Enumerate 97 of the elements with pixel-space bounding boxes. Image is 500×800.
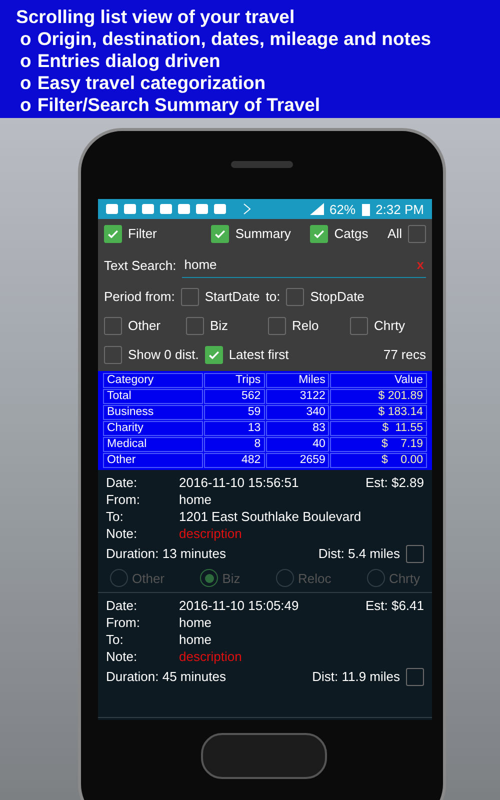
record-count: 77 recs xyxy=(383,347,426,362)
trip-note: description xyxy=(179,525,243,542)
trip-distance: Dist: 11.9 miles xyxy=(312,669,400,684)
column-header: Category xyxy=(103,373,204,388)
to-label: to: xyxy=(266,289,280,304)
category-radio[interactable]: Reloc xyxy=(276,569,332,587)
field-label: Note: xyxy=(106,525,138,542)
table-cell: 40 xyxy=(266,437,330,452)
checkbox-label: Other xyxy=(128,318,161,333)
estimate: Est: $2.89 xyxy=(365,474,424,491)
table-cell: 3122 xyxy=(266,389,330,404)
table-cell: $ 201.89 xyxy=(330,389,427,404)
checkbox[interactable] xyxy=(104,224,122,242)
trip-distance: Dist: 5.4 miles xyxy=(318,546,400,561)
checkbox[interactable] xyxy=(204,346,223,364)
bullet-text: Filter/Search Summary of Travel xyxy=(37,94,320,116)
trip-destination: 1201 East Southlake Boulevard xyxy=(179,508,362,525)
trip-date: 2016-11-10 15:56:51 xyxy=(179,474,300,491)
period-label: Period from: xyxy=(104,289,175,304)
bullet-text: Origin, destination, dates, mileage and notes xyxy=(37,28,432,50)
table-cell: 562 xyxy=(204,389,265,404)
field-label: Note: xyxy=(106,648,138,665)
table-cell: Business xyxy=(103,405,204,420)
search-field[interactable]: home x xyxy=(182,252,426,278)
table-cell: Other xyxy=(103,453,204,468)
table-cell: $ 0.00 xyxy=(330,453,427,468)
clear-button[interactable]: x xyxy=(416,257,424,272)
table-cell: 13 xyxy=(204,421,265,436)
category-radio[interactable]: Biz xyxy=(200,569,240,587)
table-cell: $ 7.19 xyxy=(330,437,427,452)
trip-duration: Duration: 45 minutes xyxy=(106,669,226,684)
checkbox[interactable] xyxy=(406,544,424,562)
home-button[interactable] xyxy=(201,733,327,779)
bullet-marker: o xyxy=(20,72,32,94)
checkbox[interactable] xyxy=(286,288,304,306)
table-cell: 83 xyxy=(266,421,330,436)
field-label: From: xyxy=(106,491,141,508)
field-label: From: xyxy=(106,614,141,631)
banner-title: Scrolling list view of your travel xyxy=(16,6,296,28)
stop-date-label: StopDate xyxy=(310,289,364,304)
checkbox-label: All xyxy=(388,226,402,241)
bullet-text: Entries dialog driven xyxy=(37,50,220,72)
field-label: Date: xyxy=(106,474,138,491)
checkbox[interactable] xyxy=(104,316,122,334)
field-label: Date: xyxy=(106,597,138,614)
column-header: Value xyxy=(330,373,427,388)
table-cell: 482 xyxy=(204,453,265,468)
checkbox[interactable] xyxy=(350,316,368,334)
table-cell: 340 xyxy=(266,405,330,420)
checkbox[interactable] xyxy=(186,316,204,334)
checkbox-label: Show 0 dist. xyxy=(128,347,199,362)
checkbox[interactable] xyxy=(310,224,328,242)
category-radio[interactable]: Chrty xyxy=(366,569,420,587)
start-date-label: StartDate xyxy=(204,289,260,304)
checkbox-label: Filter xyxy=(128,226,157,241)
checkbox[interactable] xyxy=(104,346,122,364)
checkbox-label: Chrty xyxy=(374,318,406,333)
trip-date: 2016-11-10 15:05:49 xyxy=(179,597,300,614)
table-cell: $ 183.14 xyxy=(330,405,427,420)
battery-icon xyxy=(362,202,370,216)
table-cell: Medical xyxy=(103,437,204,452)
table-cell: 8 xyxy=(204,437,265,452)
clock: 2:32 PM xyxy=(376,202,424,216)
battery-percent: 62% xyxy=(330,202,356,216)
table-cell: Total xyxy=(103,389,204,404)
checkbox-label: Latest first xyxy=(228,347,289,362)
checkbox-label: Summary xyxy=(235,226,291,241)
bullet-marker: o xyxy=(20,50,32,72)
checkbox-label: Biz xyxy=(210,318,228,333)
checkbox[interactable] xyxy=(211,224,230,242)
speaker-grille xyxy=(231,161,293,168)
trip-note: description xyxy=(179,648,243,665)
table-cell: 2659 xyxy=(266,453,330,468)
table-cell: 59 xyxy=(204,405,265,420)
field-label: To: xyxy=(106,631,124,648)
trip-duration: Duration: 13 minutes xyxy=(106,546,226,561)
search-label: Text Search: xyxy=(104,258,176,272)
checkbox[interactable] xyxy=(408,224,426,242)
bullet-marker: o xyxy=(20,28,32,50)
table-cell: $ 11.55 xyxy=(330,421,427,436)
checkbox[interactable] xyxy=(406,668,424,686)
trip-origin: home xyxy=(179,491,213,508)
trip-origin: home xyxy=(179,614,213,631)
bullet-text: Easy travel categorization xyxy=(37,72,266,94)
category-radio[interactable]: Other xyxy=(110,569,165,587)
signal-icon xyxy=(310,203,324,215)
bullet-marker: o xyxy=(20,94,32,116)
checkbox-label: Catgs xyxy=(334,226,368,241)
field-label: To: xyxy=(106,508,124,525)
column-header: Trips xyxy=(204,373,265,388)
estimate: Est: $6.41 xyxy=(365,597,424,614)
trip-destination: home xyxy=(179,631,213,648)
column-header: Miles xyxy=(266,373,330,388)
checkbox[interactable] xyxy=(268,316,286,334)
checkbox[interactable] xyxy=(180,288,199,306)
table-cell: Charity xyxy=(103,421,204,436)
checkbox-label: Relo xyxy=(292,318,319,333)
